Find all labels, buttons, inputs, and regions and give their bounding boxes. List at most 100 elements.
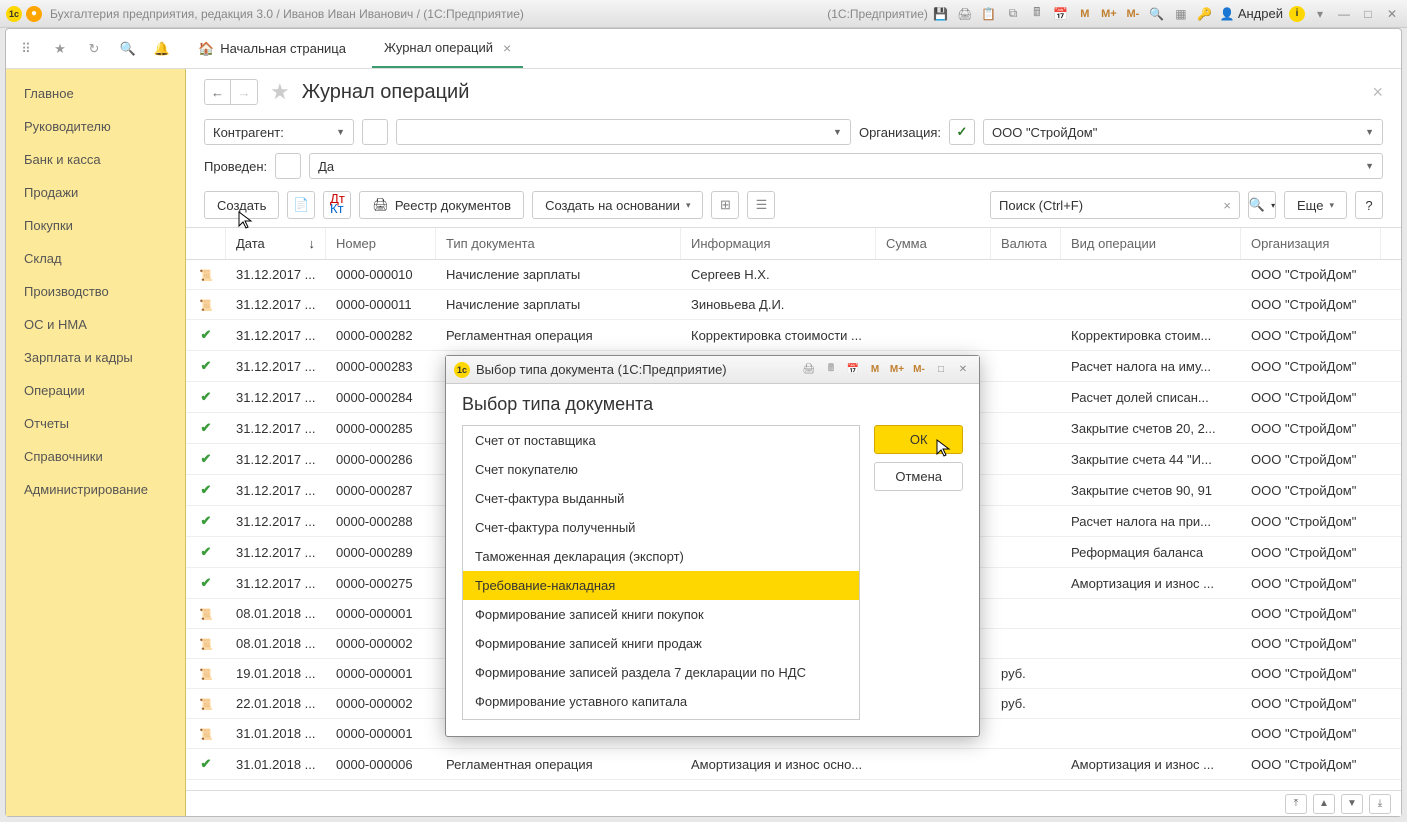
sidebar-item-1[interactable]: Руководителю bbox=[6, 110, 185, 143]
counterparty-dropdown[interactable]: Контрагент: ▼ bbox=[204, 119, 354, 145]
create-button[interactable]: Создать bbox=[204, 191, 279, 219]
table-row[interactable]: ✔31.01.2018 ...0000-000007Регламентная о… bbox=[186, 780, 1401, 790]
nav-back-button[interactable]: ← bbox=[205, 80, 231, 104]
print-icon[interactable]: 🖨 bbox=[956, 5, 974, 23]
dialog-calendar-icon[interactable]: 📅 bbox=[845, 362, 861, 378]
sidebar-item-4[interactable]: Покупки bbox=[6, 209, 185, 242]
dialog-close-icon[interactable]: ✕ bbox=[955, 362, 971, 378]
star-icon[interactable]: ★ bbox=[50, 39, 70, 59]
document-type-list[interactable]: Счет от поставщикаСчет покупателюСчет-фа… bbox=[462, 425, 860, 720]
document-type-item[interactable]: Формирование уставного капитала bbox=[463, 687, 859, 716]
nav-first-button[interactable]: ⤒ bbox=[1285, 794, 1307, 814]
search-button[interactable]: 🔍▾ bbox=[1248, 191, 1276, 219]
col-sum[interactable]: Сумма bbox=[876, 228, 991, 259]
nav-last-button[interactable]: ⤓ bbox=[1369, 794, 1391, 814]
tab-journal[interactable]: Журнал операций × bbox=[372, 29, 523, 68]
document-type-item[interactable]: Таможенная декларация (экспорт) bbox=[463, 542, 859, 571]
sidebar-item-8[interactable]: Зарплата и кадры bbox=[6, 341, 185, 374]
table-row[interactable]: ✔31.01.2018 ...0000-000006Регламентная о… bbox=[186, 749, 1401, 780]
sidebar-item-11[interactable]: Справочники bbox=[6, 440, 185, 473]
sidebar-item-7[interactable]: ОС и НМА bbox=[6, 308, 185, 341]
menu-grid-icon[interactable]: ⠿ bbox=[16, 39, 36, 59]
nav-down-button[interactable]: ▼ bbox=[1341, 794, 1363, 814]
dialog-print-icon[interactable]: 🖨 bbox=[801, 362, 817, 378]
dialog-maximize-icon[interactable]: □ bbox=[933, 362, 949, 378]
tab-close-icon[interactable]: × bbox=[503, 40, 511, 56]
document-type-item[interactable]: Счет-фактура выданный bbox=[463, 484, 859, 513]
favorite-icon[interactable]: ● bbox=[26, 6, 42, 22]
sidebar-item-5[interactable]: Склад bbox=[6, 242, 185, 275]
col-num[interactable]: Номер bbox=[326, 228, 436, 259]
dialog-calc-icon[interactable]: 🖩 bbox=[823, 362, 839, 378]
compare-icon[interactable]: ⧉ bbox=[1004, 5, 1022, 23]
page-close-icon[interactable]: × bbox=[1372, 82, 1383, 103]
sidebar-item-12[interactable]: Администрирование bbox=[6, 473, 185, 506]
history-icon[interactable]: ↻ bbox=[84, 39, 104, 59]
sidebar-item-2[interactable]: Банк и касса bbox=[6, 143, 185, 176]
maximize-icon[interactable]: □ bbox=[1359, 5, 1377, 23]
table-row[interactable]: ✔31.12.2017 ...0000-000282Регламентная о… bbox=[186, 320, 1401, 351]
col-org[interactable]: Организация bbox=[1241, 228, 1381, 259]
search-icon[interactable]: 🔍 bbox=[118, 39, 138, 59]
search-input[interactable]: Поиск (Ctrl+F) × bbox=[990, 191, 1240, 219]
document-type-item[interactable]: Формирование записей раздела 7 деклараци… bbox=[463, 658, 859, 687]
document-type-item[interactable]: Требование-накладная bbox=[463, 571, 859, 600]
document-type-item[interactable]: Формирование записей книги продаж bbox=[463, 629, 859, 658]
col-opt[interactable]: Вид операции bbox=[1061, 228, 1241, 259]
minimize-icon[interactable]: — bbox=[1335, 5, 1353, 23]
calc-icon[interactable]: 🖩 bbox=[1028, 5, 1046, 23]
dialog-m-icon[interactable]: M bbox=[867, 362, 883, 378]
sidebar-item-6[interactable]: Производство bbox=[6, 275, 185, 308]
col-cur[interactable]: Валюта bbox=[991, 228, 1061, 259]
sidebar-item-3[interactable]: Продажи bbox=[6, 176, 185, 209]
dialog-m-plus-icon[interactable]: M+ bbox=[889, 362, 905, 378]
sidebar-item-10[interactable]: Отчеты bbox=[6, 407, 185, 440]
col-date[interactable]: Дата↓ bbox=[226, 228, 326, 259]
org-checkbox[interactable] bbox=[949, 119, 975, 145]
document-type-item[interactable]: Счет от поставщика bbox=[463, 426, 859, 455]
col-info[interactable]: Информация bbox=[681, 228, 876, 259]
create-based-button[interactable]: Создать на основании ▾ bbox=[532, 191, 703, 219]
grid-icon[interactable]: ▦ bbox=[1172, 5, 1190, 23]
posted-checkbox[interactable] bbox=[275, 153, 301, 179]
clipboard-icon[interactable]: 📋 bbox=[980, 5, 998, 23]
document-type-item[interactable]: Счет-фактура полученный bbox=[463, 513, 859, 542]
search-clear-icon[interactable]: × bbox=[1223, 198, 1231, 213]
posted-dropdown[interactable]: Да ▼ bbox=[309, 153, 1383, 179]
save-icon[interactable]: 💾 bbox=[932, 5, 950, 23]
document-type-item[interactable]: Формирование записей книги покупок bbox=[463, 600, 859, 629]
user-badge[interactable]: 👤 Андрей bbox=[1220, 6, 1283, 21]
tab-home[interactable]: 🏠 Начальная страница bbox=[186, 29, 358, 68]
m-icon[interactable]: M bbox=[1076, 5, 1094, 23]
m-minus-icon[interactable]: M- bbox=[1124, 5, 1142, 23]
list-button[interactable]: ☰ bbox=[747, 191, 775, 219]
ok-button[interactable]: ОК bbox=[874, 425, 963, 454]
copy-button[interactable]: 📄 bbox=[287, 191, 315, 219]
key-icon[interactable]: 🔑 bbox=[1196, 5, 1214, 23]
org-dropdown[interactable]: ООО "СтройДом" ▼ bbox=[983, 119, 1383, 145]
more-button[interactable]: Еще▾ bbox=[1284, 191, 1347, 219]
nav-forward-button[interactable]: → bbox=[231, 80, 257, 104]
document-type-item[interactable]: Счет покупателю bbox=[463, 455, 859, 484]
bell-icon[interactable]: 🔔 bbox=[152, 39, 172, 59]
zoom-icon[interactable]: 🔍 bbox=[1148, 5, 1166, 23]
sidebar-item-0[interactable]: Главное bbox=[6, 77, 185, 110]
help-button[interactable]: ? bbox=[1355, 191, 1383, 219]
dropdown-icon[interactable]: ▾ bbox=[1311, 5, 1329, 23]
dialog-m-minus-icon[interactable]: M- bbox=[911, 362, 927, 378]
calendar-icon[interactable]: 📅 bbox=[1052, 5, 1070, 23]
counterparty-checkbox[interactable] bbox=[362, 119, 388, 145]
registry-button[interactable]: 🖨 Реестр документов bbox=[359, 191, 524, 219]
nav-up-button[interactable]: ▲ bbox=[1313, 794, 1335, 814]
table-row[interactable]: 📜31.12.2017 ...0000-000011Начисление зар… bbox=[186, 290, 1401, 320]
sidebar-item-9[interactable]: Операции bbox=[6, 374, 185, 407]
counterparty-value-dropdown[interactable]: ▼ bbox=[396, 119, 851, 145]
tree-button[interactable]: ⊞ bbox=[711, 191, 739, 219]
col-type[interactable]: Тип документа bbox=[436, 228, 681, 259]
page-star-icon[interactable]: ★ bbox=[270, 79, 290, 105]
close-icon[interactable]: ✕ bbox=[1383, 5, 1401, 23]
table-row[interactable]: 📜31.12.2017 ...0000-000010Начисление зар… bbox=[186, 260, 1401, 290]
info-icon[interactable]: i bbox=[1289, 6, 1305, 22]
cancel-button[interactable]: Отмена bbox=[874, 462, 963, 491]
dtkt-button[interactable]: ДтКт bbox=[323, 191, 351, 219]
